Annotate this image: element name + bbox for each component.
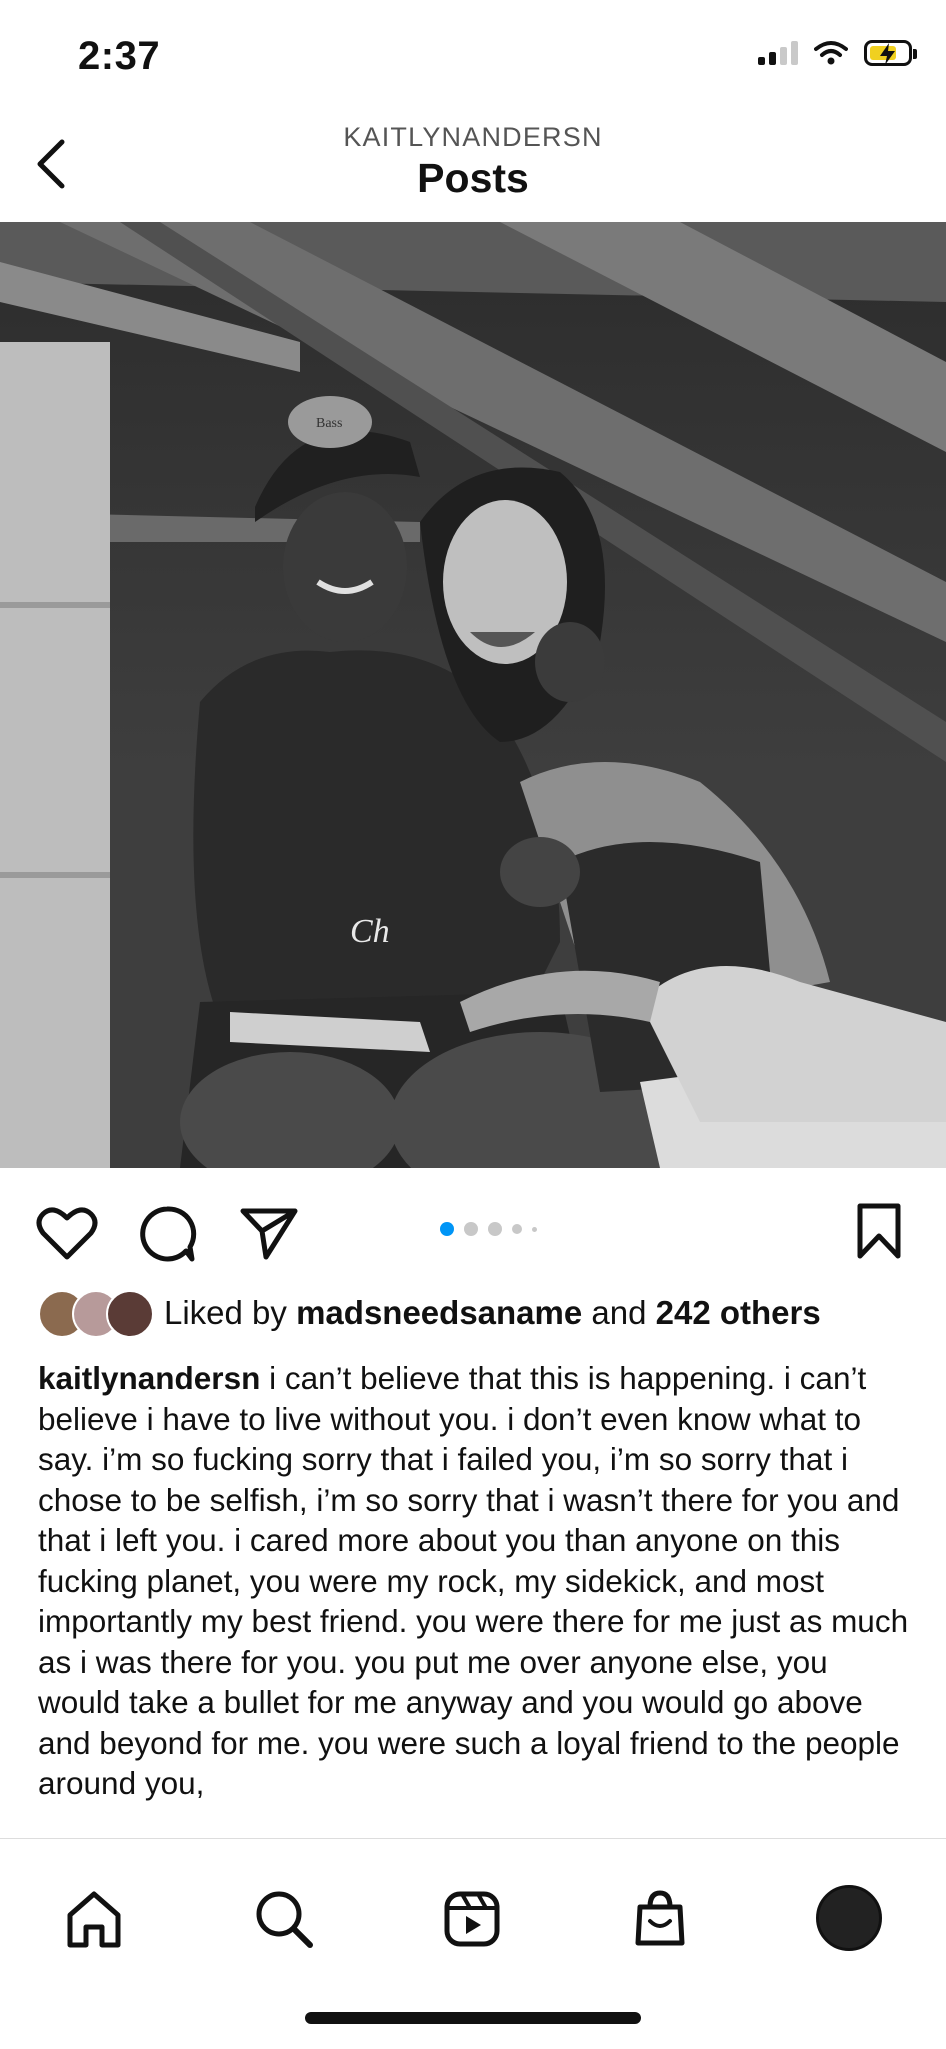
liked-by-user[interactable]: madsneedsaname — [296, 1294, 582, 1332]
shop-icon[interactable] — [632, 1889, 688, 1949]
header-username: KAITLYNANDERSN — [343, 122, 603, 152]
status-time: 2:37 — [78, 34, 161, 78]
home-icon[interactable] — [64, 1889, 124, 1949]
cellular-signal-icon — [758, 41, 798, 65]
wifi-icon — [814, 41, 848, 65]
carousel-indicator — [440, 1222, 537, 1236]
carousel-dot — [512, 1224, 522, 1234]
bookmark-icon[interactable] — [856, 1202, 902, 1260]
heart-icon[interactable] — [36, 1205, 98, 1261]
liked-by-prefix: Liked by — [164, 1294, 297, 1331]
post-photo[interactable]: Bass Ch — [0, 222, 946, 1168]
home-indicator — [305, 2012, 641, 2024]
post-caption: kaitlynandersn i can’t believe that this… — [38, 1358, 918, 1836]
liker-avatar — [106, 1290, 154, 1338]
reels-icon[interactable] — [442, 1889, 502, 1949]
liked-by-others[interactable]: 242 others — [656, 1294, 821, 1332]
carousel-dot — [488, 1222, 502, 1236]
carousel-dot — [464, 1222, 478, 1236]
carousel-dot-active — [440, 1222, 454, 1236]
status-icons — [758, 40, 917, 66]
battery-charging-icon — [864, 40, 917, 66]
liked-by-row[interactable]: Liked by madsneedsaname and 242 others — [38, 1290, 821, 1338]
comment-icon[interactable] — [137, 1205, 197, 1263]
caption-text: i can’t believe that this is happening. … — [38, 1360, 909, 1801]
search-icon[interactable] — [254, 1889, 314, 1949]
liker-avatars — [38, 1290, 158, 1338]
svg-text:Ch: Ch — [350, 913, 390, 950]
profile-avatar[interactable] — [816, 1885, 882, 1951]
carousel-dot — [532, 1226, 537, 1232]
page-title: Posts — [417, 155, 529, 201]
paper-plane-icon[interactable] — [240, 1205, 298, 1261]
svg-text:Bass: Bass — [316, 416, 342, 431]
liked-by-middle: and — [582, 1294, 656, 1331]
caption-username[interactable]: kaitlynandersn — [38, 1360, 260, 1396]
